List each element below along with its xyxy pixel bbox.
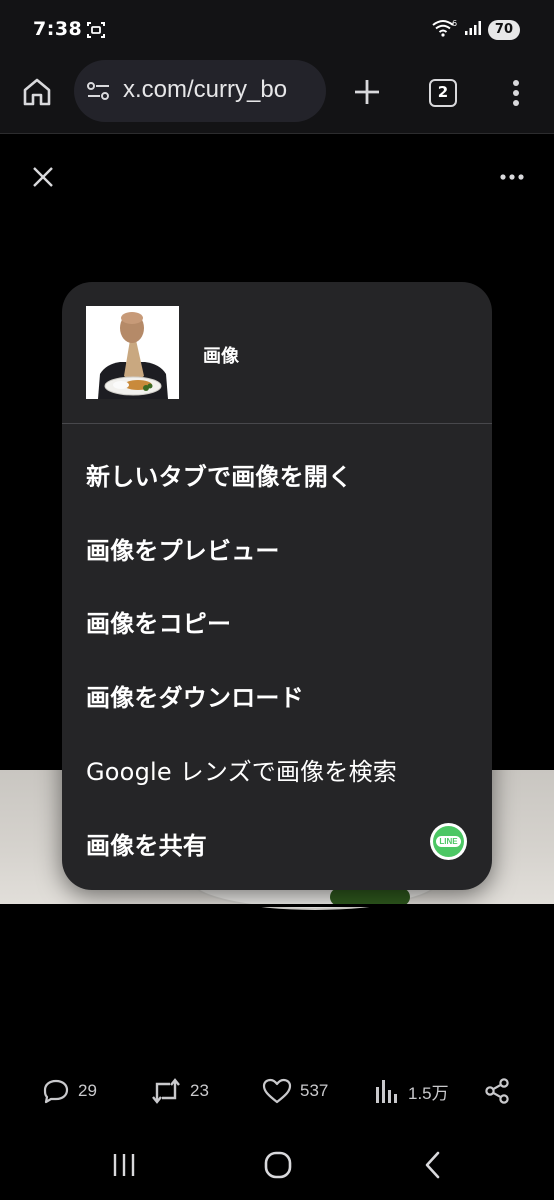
repost-icon — [152, 1078, 180, 1104]
status-time: 7:38 — [33, 18, 83, 40]
close-button[interactable] — [30, 164, 56, 190]
status-indicators: 6 70 — [432, 19, 520, 41]
like-button[interactable]: 537 — [262, 1076, 328, 1106]
back-chevron-icon — [425, 1151, 440, 1179]
home-circle-icon — [264, 1151, 292, 1179]
menu-item-label: 画像をダウンロード — [86, 684, 304, 712]
share-image-item[interactable]: 画像を共有 — [62, 806, 492, 878]
view-count: 1.5万 — [408, 1083, 449, 1103]
google-lens-search-item[interactable]: Google レンズで画像を検索 — [62, 732, 492, 804]
image-edge — [0, 904, 554, 907]
menu-item-label: Google レンズで画像を検索 — [86, 758, 397, 786]
site-settings-icon[interactable] — [86, 80, 112, 102]
system-nav-bar — [0, 1128, 554, 1200]
heart-icon — [262, 1078, 292, 1104]
signal-icon — [464, 20, 482, 40]
network-type-label: 6 — [452, 19, 457, 28]
share-button[interactable] — [483, 1076, 511, 1106]
status-bar: 7:38 6 70 — [0, 0, 554, 58]
menu-header: 画像 — [62, 282, 492, 424]
download-image-item[interactable]: 画像をダウンロード — [62, 658, 492, 730]
image-context-menu: 画像 新しいタブで画像を開く 画像をプレビュー 画像をコピー 画像をダウンロード… — [62, 282, 492, 890]
home-icon — [23, 78, 51, 106]
back-nav-button[interactable] — [416, 1148, 450, 1182]
share-icon — [485, 1078, 509, 1104]
tab-switcher-button[interactable]: 2 — [429, 79, 457, 107]
home-button[interactable] — [20, 75, 54, 109]
open-image-in-new-tab-item[interactable]: 新しいタブで画像を開く — [62, 437, 492, 509]
reply-count: 29 — [78, 1081, 97, 1100]
image-thumbnail — [86, 306, 179, 399]
recents-icon — [113, 1154, 135, 1176]
wifi-icon: 6 — [432, 19, 458, 41]
repost-count: 23 — [190, 1081, 209, 1100]
menu-title: 画像 — [203, 346, 239, 367]
browser-menu-button[interactable] — [506, 76, 526, 110]
new-tab-button[interactable] — [351, 76, 383, 108]
reply-icon — [43, 1079, 69, 1104]
battery-indicator: 70 — [487, 20, 520, 40]
url-text: x.com/curry_bo — [123, 76, 288, 103]
menu-item-label: 画像を共有 — [86, 832, 207, 860]
recent-apps-button[interactable] — [107, 1148, 141, 1182]
more-options-button[interactable] — [496, 166, 528, 188]
more-horizontal-icon — [500, 174, 524, 180]
reply-button[interactable]: 29 — [42, 1076, 97, 1106]
line-app-icon[interactable]: LINE — [430, 823, 467, 860]
post-action-bar: 29 23 537 1.5万 — [0, 1068, 554, 1114]
line-app-label: LINE — [436, 836, 461, 847]
menu-item-label: 画像をプレビュー — [86, 537, 280, 565]
plus-icon — [355, 80, 379, 104]
browser-toolbar: x.com/curry_bo 2 — [0, 58, 554, 134]
home-nav-button[interactable] — [261, 1148, 295, 1182]
menu-item-label: 新しいタブで画像を開く — [86, 463, 353, 491]
preview-image-item[interactable]: 画像をプレビュー — [62, 511, 492, 583]
analytics-icon — [376, 1080, 397, 1103]
close-icon — [33, 167, 53, 187]
menu-item-label: 画像をコピー — [86, 610, 232, 638]
copy-image-item[interactable]: 画像をコピー — [62, 584, 492, 656]
like-count: 537 — [300, 1081, 329, 1100]
url-bar[interactable]: x.com/curry_bo — [74, 60, 326, 122]
repost-button[interactable]: 23 — [150, 1076, 209, 1106]
more-vertical-icon — [513, 80, 519, 106]
screenshot-icon — [86, 20, 106, 40]
views-button[interactable]: 1.5万 — [374, 1076, 449, 1106]
